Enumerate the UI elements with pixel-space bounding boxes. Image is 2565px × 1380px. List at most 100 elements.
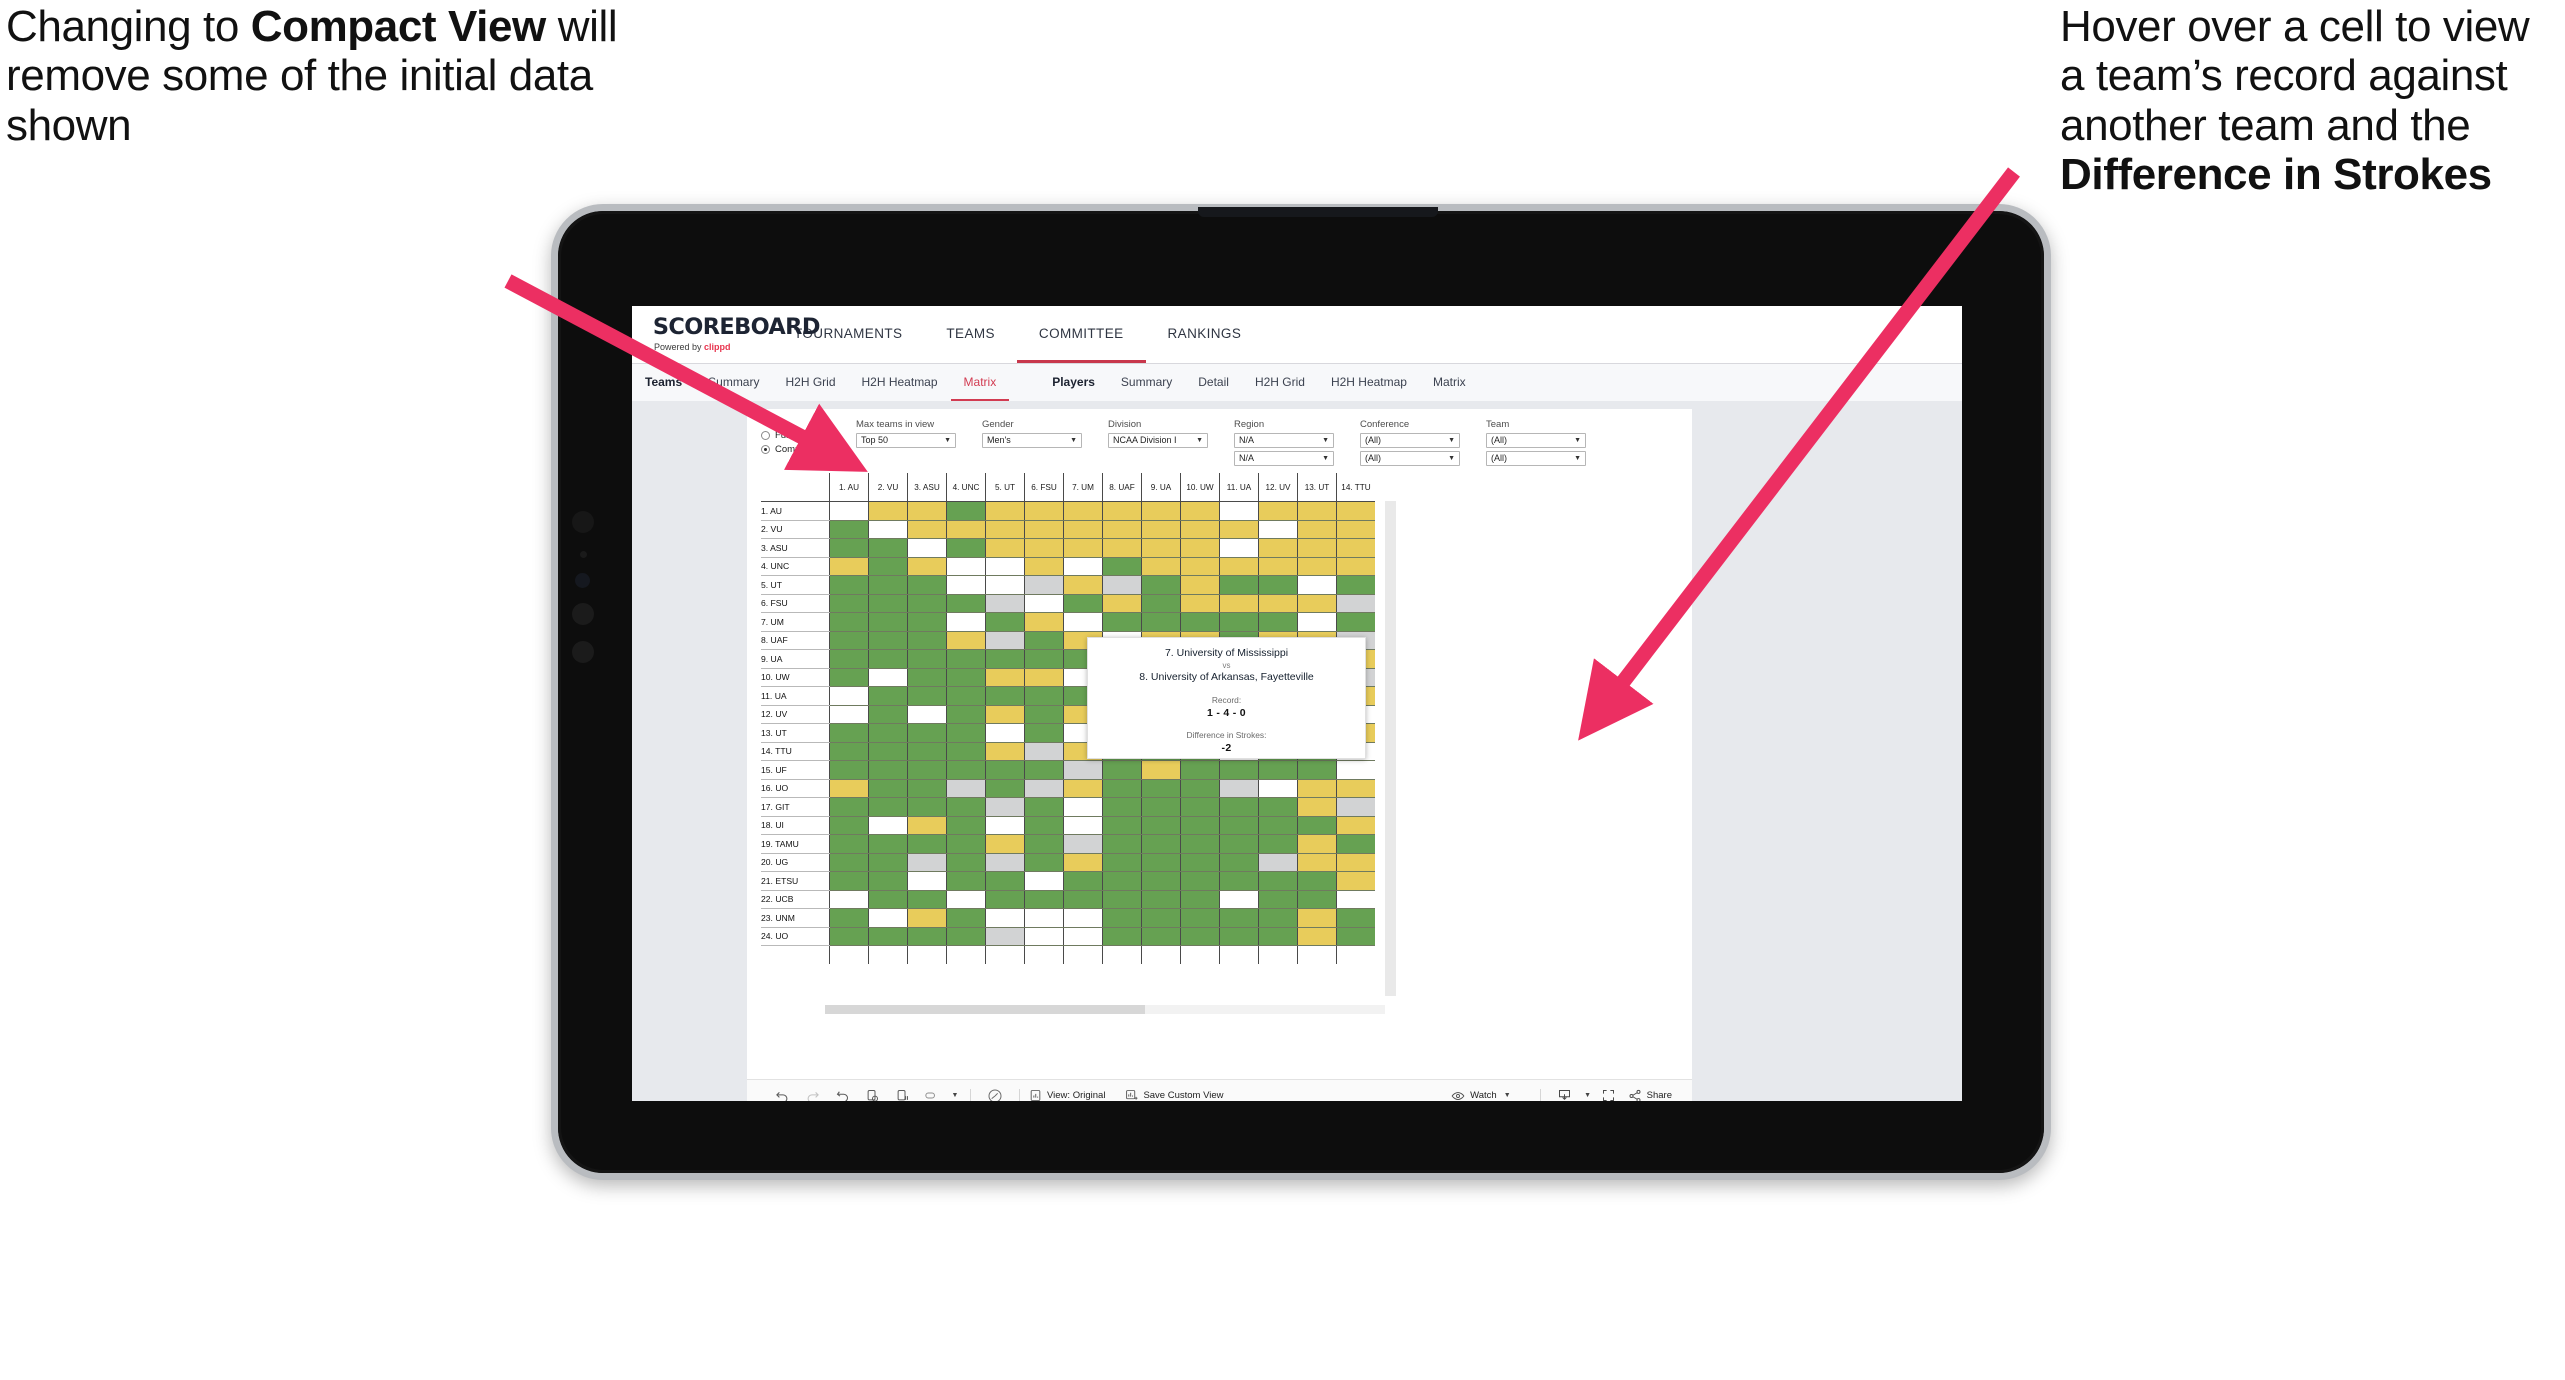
matrix-cell[interactable] <box>946 501 986 521</box>
matrix-cell[interactable] <box>829 612 869 632</box>
matrix-cell[interactable] <box>1102 871 1142 891</box>
matrix-cell[interactable] <box>868 575 908 595</box>
matrix-cell[interactable] <box>1141 557 1181 576</box>
matrix-cell[interactable] <box>829 501 869 521</box>
gender-select[interactable]: Men's ▼ <box>982 432 1082 448</box>
matrix-cell[interactable] <box>868 612 908 632</box>
matrix-cell[interactable] <box>1336 816 1375 835</box>
matrix-cell[interactable] <box>1024 594 1064 613</box>
scoreboard-logo[interactable]: SCOREBOARD Powered by clippd <box>632 306 821 363</box>
matrix-cell[interactable] <box>1336 890 1375 909</box>
matrix-cell[interactable] <box>946 816 986 835</box>
matrix-cell[interactable] <box>1141 760 1181 780</box>
matrix-cell[interactable] <box>1024 520 1064 539</box>
matrix-column-header[interactable]: 5. UT <box>985 473 1025 502</box>
matrix-row-label[interactable]: 4. UNC <box>761 557 830 576</box>
matrix-cell[interactable] <box>1336 557 1375 576</box>
matrix-cell[interactable] <box>907 853 947 872</box>
matrix-cell[interactable] <box>907 612 947 632</box>
matrix-row-label[interactable]: 23. UNM <box>761 908 830 928</box>
matrix-cell[interactable] <box>985 557 1025 576</box>
view-mode-full-view[interactable]: Full View <box>761 430 856 441</box>
matrix-cell[interactable] <box>946 760 986 780</box>
matrix-cell[interactable] <box>1258 779 1298 798</box>
matrix-cell[interactable] <box>1297 779 1337 798</box>
matrix-cell[interactable] <box>1258 557 1298 576</box>
matrix-cell[interactable] <box>1336 520 1375 539</box>
matrix-cell[interactable] <box>1297 594 1337 613</box>
matrix-cell[interactable] <box>829 853 869 872</box>
fullscreen-icon[interactable] <box>1594 1088 1624 1101</box>
matrix-cell[interactable] <box>985 927 1025 946</box>
matrix-cell[interactable] <box>1141 520 1181 539</box>
matrix-row-label[interactable]: 10. UW <box>761 668 830 687</box>
matrix-cell[interactable] <box>985 538 1025 558</box>
matrix-row-label[interactable]: 11. UA <box>761 686 830 706</box>
matrix-cell[interactable] <box>946 649 986 669</box>
matrix-cell[interactable] <box>1063 797 1103 817</box>
matrix-cell[interactable] <box>907 631 947 650</box>
matrix-cell[interactable] <box>907 520 947 539</box>
matrix-cell[interactable] <box>1219 834 1259 854</box>
matrix-cell[interactable] <box>907 705 947 724</box>
matrix-cell[interactable] <box>1141 501 1181 521</box>
matrix-cell[interactable] <box>868 742 908 761</box>
matrix-cell[interactable] <box>1063 760 1103 780</box>
matrix-cell[interactable] <box>1180 501 1220 521</box>
matrix-cell[interactable] <box>1102 594 1142 613</box>
tablet-button-icon-1[interactable] <box>572 603 594 625</box>
matrix-row-label[interactable]: 17. GIT <box>761 797 830 817</box>
matrix-cell[interactable] <box>985 723 1025 743</box>
matrix-cell[interactable] <box>1024 538 1064 558</box>
matrix-column-header[interactable]: 3. ASU <box>907 473 947 502</box>
matrix-cell[interactable] <box>985 594 1025 613</box>
vertical-scrollbar[interactable] <box>1385 501 1396 996</box>
matrix-cell[interactable] <box>829 723 869 743</box>
matrix-cell[interactable] <box>985 797 1025 817</box>
matrix-cell[interactable] <box>1336 908 1375 928</box>
matrix-cell[interactable] <box>1336 797 1375 817</box>
matrix-row-label[interactable]: 15. UF <box>761 760 830 780</box>
matrix-cell[interactable] <box>946 631 986 650</box>
matrix-cell[interactable] <box>907 557 947 576</box>
matrix-cell[interactable] <box>1297 575 1337 595</box>
pause-auto-update-icon[interactable] <box>980 1088 1010 1101</box>
matrix-cell[interactable] <box>1063 575 1103 595</box>
pause-updates-icon[interactable] <box>887 1088 917 1101</box>
scrollbar-thumb[interactable] <box>825 1005 1145 1014</box>
matrix-cell[interactable] <box>1102 760 1142 780</box>
matrix-cell[interactable] <box>1180 908 1220 928</box>
topnav-item-teams[interactable]: TEAMS <box>924 306 1017 363</box>
matrix-cell[interactable] <box>1180 520 1220 539</box>
matrix-cell[interactable] <box>1180 575 1220 595</box>
matrix-cell[interactable] <box>1180 927 1220 946</box>
matrix-cell[interactable] <box>907 594 947 613</box>
matrix-cell[interactable] <box>1219 797 1259 817</box>
matrix-column-header[interactable]: 8. UAF <box>1102 473 1142 502</box>
matrix-cell[interactable] <box>1297 501 1337 521</box>
matrix-cell[interactable] <box>1024 705 1064 724</box>
matrix-cell[interactable] <box>868 538 908 558</box>
matrix-cell[interactable] <box>1024 575 1064 595</box>
matrix-cell[interactable] <box>1219 760 1259 780</box>
matrix-row-label[interactable]: 16. UO <box>761 779 830 798</box>
matrix-cell[interactable] <box>907 575 947 595</box>
matrix-column-header[interactable]: 7. UM <box>1063 473 1103 502</box>
matrix-cell[interactable] <box>946 723 986 743</box>
matrix-cell[interactable] <box>946 538 986 558</box>
matrix-cell[interactable] <box>1063 871 1103 891</box>
matrix-cell[interactable] <box>1024 501 1064 521</box>
matrix-cell[interactable] <box>946 668 986 687</box>
matrix-cell[interactable] <box>1102 612 1142 632</box>
matrix-cell[interactable] <box>1024 557 1064 576</box>
matrix-cell[interactable] <box>1024 612 1064 632</box>
matrix-cell[interactable] <box>868 927 908 946</box>
matrix-cell[interactable] <box>1219 557 1259 576</box>
matrix-cell[interactable] <box>868 890 908 909</box>
matrix-row-label[interactable]: 19. TAMU <box>761 834 830 854</box>
matrix-column-header[interactable]: 10. UW <box>1180 473 1220 502</box>
matrix-cell[interactable] <box>1141 612 1181 632</box>
subnav-item-h2h-grid[interactable]: H2H Grid <box>1242 364 1318 401</box>
matrix-row-label[interactable]: 12. UV <box>761 705 830 724</box>
matrix-cell[interactable] <box>985 853 1025 872</box>
